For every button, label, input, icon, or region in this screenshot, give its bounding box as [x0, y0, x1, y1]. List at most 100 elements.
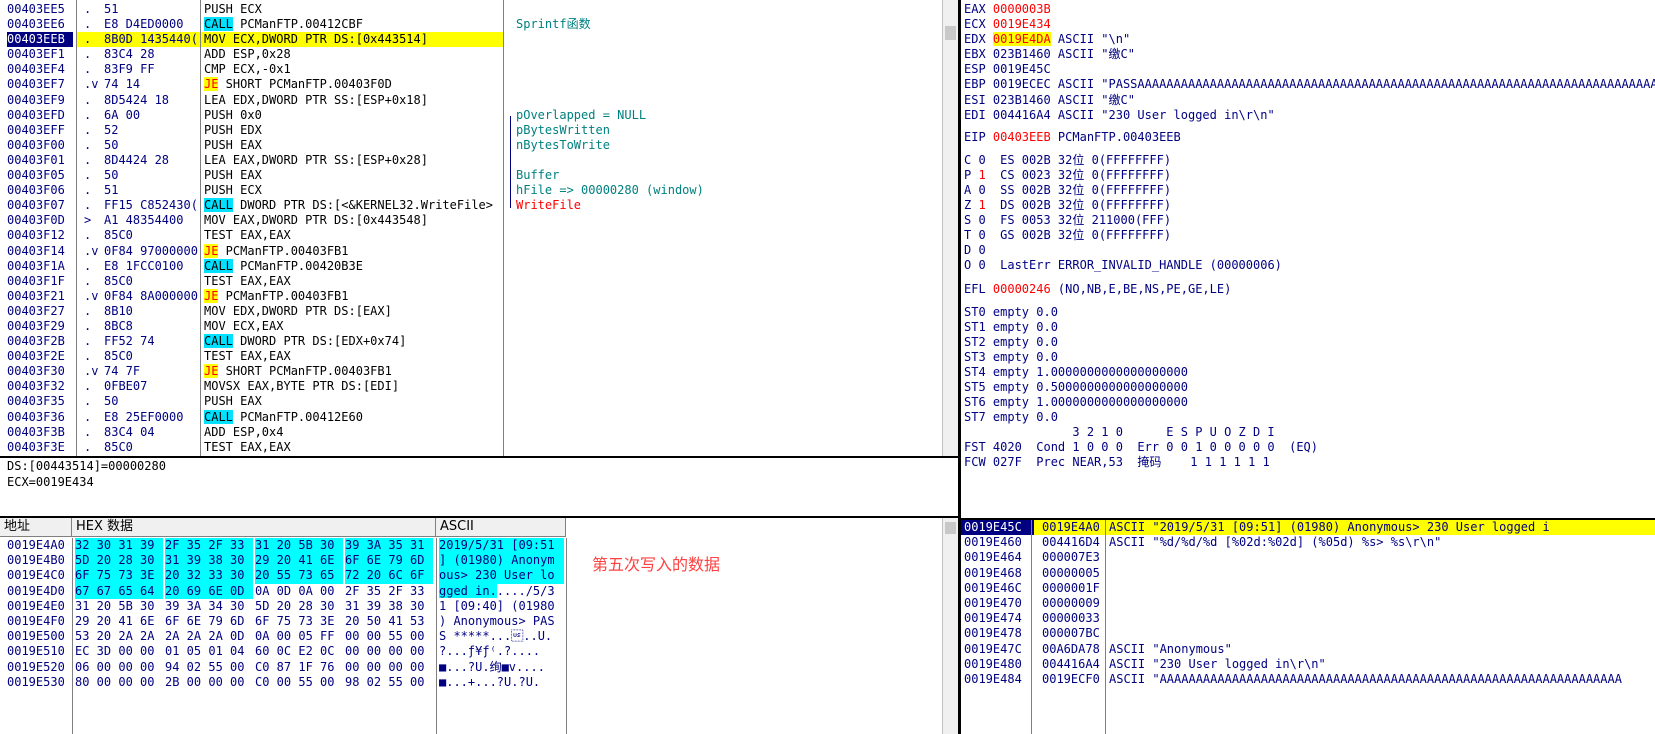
dump-hex-group[interactable]: 6F 6E 79 6D	[345, 553, 433, 569]
stack-address[interactable]: 0019E46C	[961, 581, 1034, 596]
disasm-row[interactable]: 00403EEB. 8B0D 1435440(MOV ECX,DWORD PTR …	[0, 32, 943, 48]
stack-pane[interactable]: 0019E45C 0019E4A0 ASCII "2019/5/31 [09:51]…	[961, 520, 1655, 734]
disasm-address[interactable]: 00403F1A	[7, 259, 73, 274]
stack-row[interactable]: 0019E484 0019ECF0 ASCII "AAAAAAAAAAAAAAAAA…	[961, 672, 1655, 687]
stack-address[interactable]: 0019E484	[961, 672, 1034, 687]
dump-hex-group[interactable]: 2F 35 2F 33	[165, 538, 253, 554]
register-value[interactable]: 0019E434	[993, 17, 1051, 31]
register-row[interactable]: EBX 023B1460 ASCII "缴C"	[964, 47, 1655, 62]
stack-row[interactable]: 0019E46C 0000001F	[961, 581, 1655, 596]
dump-hex-group[interactable]: 6F 6E 79 6D	[165, 614, 253, 629]
stack-row[interactable]: 0019E480 004416A4 ASCII "230 User logged i…	[961, 657, 1655, 672]
disasm-hex[interactable]: E8 25EF0000	[104, 410, 200, 425]
disasm-hex[interactable]: 85C0	[104, 274, 200, 289]
disasm-instruction[interactable]: TEST EAX,EAX	[204, 228, 502, 243]
disasm-row[interactable]: 00403F29. 8BC8 MOV ECX,EAX	[0, 319, 943, 334]
disasm-hex[interactable]: 6A 00	[104, 108, 200, 123]
stack-address[interactable]: 0019E474	[961, 611, 1034, 626]
disasm-address[interactable]: 00403F05	[7, 168, 73, 183]
dump-hex-group[interactable]: 31 39 38 30	[345, 599, 433, 614]
disasm-instruction[interactable]: MOV ECX,DWORD PTR DS:[0x443514]	[204, 32, 502, 48]
stack-address[interactable]: 0019E480	[961, 657, 1034, 672]
disasm-hex[interactable]: 8B0D 1435440(	[104, 32, 200, 48]
dump-ascii[interactable]: ?...ƒ¥ƒ⁽.?....	[439, 644, 564, 659]
disasm-instruction[interactable]: LEA EAX,DWORD PTR SS:[ESP+0x28]	[204, 153, 502, 168]
stack-address[interactable]: 0019E45C	[961, 520, 1034, 536]
disasm-instruction[interactable]: LEA EDX,DWORD PTR SS:[ESP+0x18]	[204, 93, 502, 108]
register-row[interactable]: ESI 023B1460 ASCII "缴C"	[964, 93, 1655, 108]
flag-value[interactable]: 1	[978, 168, 985, 182]
disassembly-pane[interactable]: 00403EE5. 51 PUSH ECX 00403EE6. E8 D4ED0000 C…	[0, 0, 958, 458]
disasm-instruction[interactable]: MOVSX EAX,BYTE PTR DS:[EDI]	[204, 379, 502, 394]
dump-hex-group[interactable]: 5D 20 28 30	[255, 599, 343, 614]
stack-address[interactable]: 0019E478	[961, 626, 1034, 641]
stack-value[interactable]: 000007BC	[1042, 626, 1104, 641]
disasm-address[interactable]: 00403F1F	[7, 274, 73, 289]
dump-hex-group[interactable]: 6F 75 73 3E	[75, 568, 163, 584]
stack-row[interactable]: 0019E45C 0019E4A0 ASCII "2019/5/31 [09:51]…	[961, 520, 1655, 536]
disasm-address[interactable]: 00403EE6	[7, 17, 73, 32]
disasm-instruction[interactable]: CALL DWORD PTR DS:[<&KERNEL32.WriteFile>	[204, 198, 502, 213]
stack-address[interactable]: 0019E47C	[961, 642, 1034, 657]
disasm-row[interactable]: 00403F2B. FF52 74 CALL DWORD PTR DS:[EDX+0…	[0, 334, 943, 349]
register-row[interactable]: EBP 0019ECEC ASCII "PASSAAAAAAAAAAAAAAAA…	[964, 77, 1655, 92]
disasm-hex[interactable]: 83C4 28	[104, 47, 200, 62]
registers-pane[interactable]: EAX 0000003B ECX 0019E434 EDX 0019E4DA ASC…	[961, 0, 1655, 518]
dump-hex-group[interactable]: 72 20 6C 6F	[345, 568, 433, 584]
dump-hex-group[interactable]: 32 30 31 39	[75, 538, 163, 554]
disasm-hex[interactable]: 85C0	[104, 349, 200, 364]
disasm-address[interactable]: 00403F36	[7, 410, 73, 425]
register-value[interactable]: 0000003B	[993, 2, 1051, 16]
dump-hex-group[interactable]: 0A 0D 0A 00	[255, 584, 343, 599]
disasm-hex[interactable]: 8BC8	[104, 319, 200, 334]
stack-address[interactable]: 0019E464	[961, 550, 1034, 565]
disasm-hex[interactable]: FF15 C852430(	[104, 198, 200, 213]
dump-hex-group[interactable]: 31 20 5B 30	[255, 538, 343, 554]
stack-row[interactable]: 0019E468 00000005	[961, 566, 1655, 581]
flag-value[interactable]: 1	[978, 198, 985, 212]
disasm-hex[interactable]: 74 14	[104, 77, 200, 92]
disasm-hex[interactable]: 8B10	[104, 304, 200, 319]
disasm-address[interactable]: 00403F07	[7, 198, 73, 213]
disasm-instruction[interactable]: MOV EDX,DWORD PTR DS:[EAX]	[204, 304, 502, 319]
dump-hex-group[interactable]: 06 00 00 00	[75, 660, 163, 675]
disasm-address[interactable]: 00403F21	[7, 289, 73, 304]
dump-header-address[interactable]: 地址	[0, 518, 72, 537]
disasm-address[interactable]: 00403EF1	[7, 47, 73, 62]
dump-hex-group[interactable]: 6F 75 73 3E	[255, 614, 343, 629]
disasm-row[interactable]: 00403EF4. 83F9 FF CMP ECX,-0x1	[0, 62, 943, 77]
dump-header-hex[interactable]: HEX 数据	[72, 518, 436, 537]
disasm-hex[interactable]: 85C0	[104, 440, 200, 455]
dump-ascii[interactable]: ) Anonymous> PAS	[439, 614, 564, 629]
disasm-row[interactable]: 00403EFF. 52 PUSH EDX pBytesWritten	[0, 123, 943, 138]
dump-hex-group[interactable]: 0A 00 05 FF	[255, 629, 343, 644]
disasm-instruction[interactable]: MOV ECX,EAX	[204, 319, 502, 334]
disasm-hex[interactable]: E8 D4ED0000	[104, 17, 200, 32]
dump-address[interactable]: 0019E4D0	[7, 584, 71, 599]
disasm-instruction[interactable]: CALL PCManFTP.00412CBF	[204, 17, 502, 32]
disasm-hex[interactable]: 83F9 FF	[104, 62, 200, 77]
disasm-address[interactable]: 00403F12	[7, 228, 73, 243]
disasm-row[interactable]: 00403F32. 0FBE07 MOVSX EAX,BYTE PTR DS:[ED…	[0, 379, 943, 394]
disasm-instruction[interactable]: JE PCManFTP.00403FB1	[204, 243, 502, 259]
dump-hex-group[interactable]: 39 3A 35 31	[345, 538, 433, 554]
dump-hex-group[interactable]: 20 55 73 65	[255, 568, 343, 584]
disasm-instruction[interactable]: TEST EAX,EAX	[204, 440, 502, 455]
disasm-row[interactable]: 00403F3E. 85C0 TEST EAX,EAX	[0, 440, 943, 455]
dump-hex-group[interactable]: 29 20 41 6E	[255, 553, 343, 569]
dump-scrollbar-thumb[interactable]	[945, 522, 956, 534]
dump-address[interactable]: 0019E510	[7, 644, 71, 659]
dump-hex-group[interactable]: 80 00 00 00	[75, 675, 163, 690]
dump-hex-group[interactable]: 31 39 38 30	[165, 553, 253, 569]
dump-ascii[interactable]: S *****... ..U.	[439, 629, 564, 644]
stack-value[interactable]: 0000001F	[1042, 581, 1104, 596]
disasm-address[interactable]: 00403F32	[7, 379, 73, 394]
dump-hex-group[interactable]: C0 87 1F 76	[255, 660, 343, 675]
disasm-instruction[interactable]: JE PCManFTP.00403FB1	[204, 288, 502, 304]
disasm-address[interactable]: 00403EFD	[7, 108, 73, 123]
disasm-address[interactable]: 00403EF7	[7, 77, 73, 92]
disasm-row[interactable]: 00403F35. 50 PUSH EAX	[0, 394, 943, 409]
disasm-instruction[interactable]: PUSH EDX	[204, 123, 502, 138]
register-value[interactable]: 0019E4DA	[992, 32, 1051, 47]
disasm-address[interactable]: 00403EF9	[7, 93, 73, 108]
